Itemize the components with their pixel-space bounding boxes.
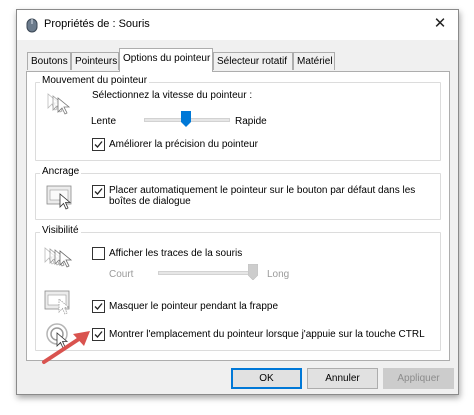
check-icon [94,331,103,338]
trails-checkbox[interactable] [92,247,105,260]
close-icon[interactable]: ✕ [430,15,450,33]
check-icon [94,141,103,148]
tab-panel: Mouvement du pointeur Sélectionnez la vi… [26,71,450,361]
check-icon [94,188,103,195]
check-icon [94,303,103,310]
speed-slow-label: Lente [91,116,117,127]
tab-strip: Boutons Pointeurs Options du pointeur Sé… [27,48,447,72]
tab-pointer-options[interactable]: Options du pointeur [119,48,213,72]
visibility-group-title: Visibilité [40,225,81,236]
speed-fast-label: Rapide [235,116,267,127]
tab-wheel[interactable]: Sélecteur rotatif [213,52,293,70]
snap-label: Placer automatiquement le pointeur sur l… [109,185,416,207]
trails-short-label: Court [109,269,134,280]
tab-pointers[interactable]: Pointeurs [71,52,119,70]
snap-group-title: Ancrage [40,166,82,177]
pointer-speed-icon [47,93,71,115]
annotation-arrow [42,331,90,364]
speed-slider-thumb[interactable] [181,111,191,127]
tab-hardware[interactable]: Matériel [293,52,335,70]
pointer-trails-icon [44,247,73,268]
window-title: Propriétés de : Souris [44,18,150,30]
visibility-group: Visibilité Afficher les traces de la sou… [35,225,441,351]
trails-long-label: Long [267,269,290,280]
title-bar: Propriétés de : Souris ✕ [17,10,458,40]
ok-button[interactable]: OK [231,368,302,389]
hide-label: Masquer le pointeur pendant la frappe [109,301,279,312]
trails-slider-thumb[interactable] [248,264,258,280]
speed-label: Sélectionnez la vitesse du pointeur : [92,90,253,101]
precision-label: Améliorer la précision du pointeur [109,139,258,150]
hide-pointer-icon [44,290,71,315]
tab-buttons[interactable]: Boutons [27,52,71,70]
motion-group: Mouvement du pointeur Sélectionnez la vi… [35,75,441,161]
trails-slider-track[interactable] [158,271,256,275]
motion-group-title: Mouvement du pointeur [40,75,150,86]
precision-checkbox[interactable] [92,138,105,151]
cancel-button[interactable]: Annuler [307,368,378,389]
snap-group: Ancrage Placer automatiquement le pointe… [35,166,441,220]
snap-checkbox[interactable] [92,185,105,198]
hide-checkbox[interactable] [92,300,105,313]
apply-button[interactable]: Appliquer [383,368,454,389]
trails-label: Afficher les traces de la souris [109,248,243,259]
snap-to-icon [46,185,72,210]
ctrl-label: Montrer l'emplacement du pointeur lorsqu… [109,329,425,340]
mouse-icon [26,18,38,33]
